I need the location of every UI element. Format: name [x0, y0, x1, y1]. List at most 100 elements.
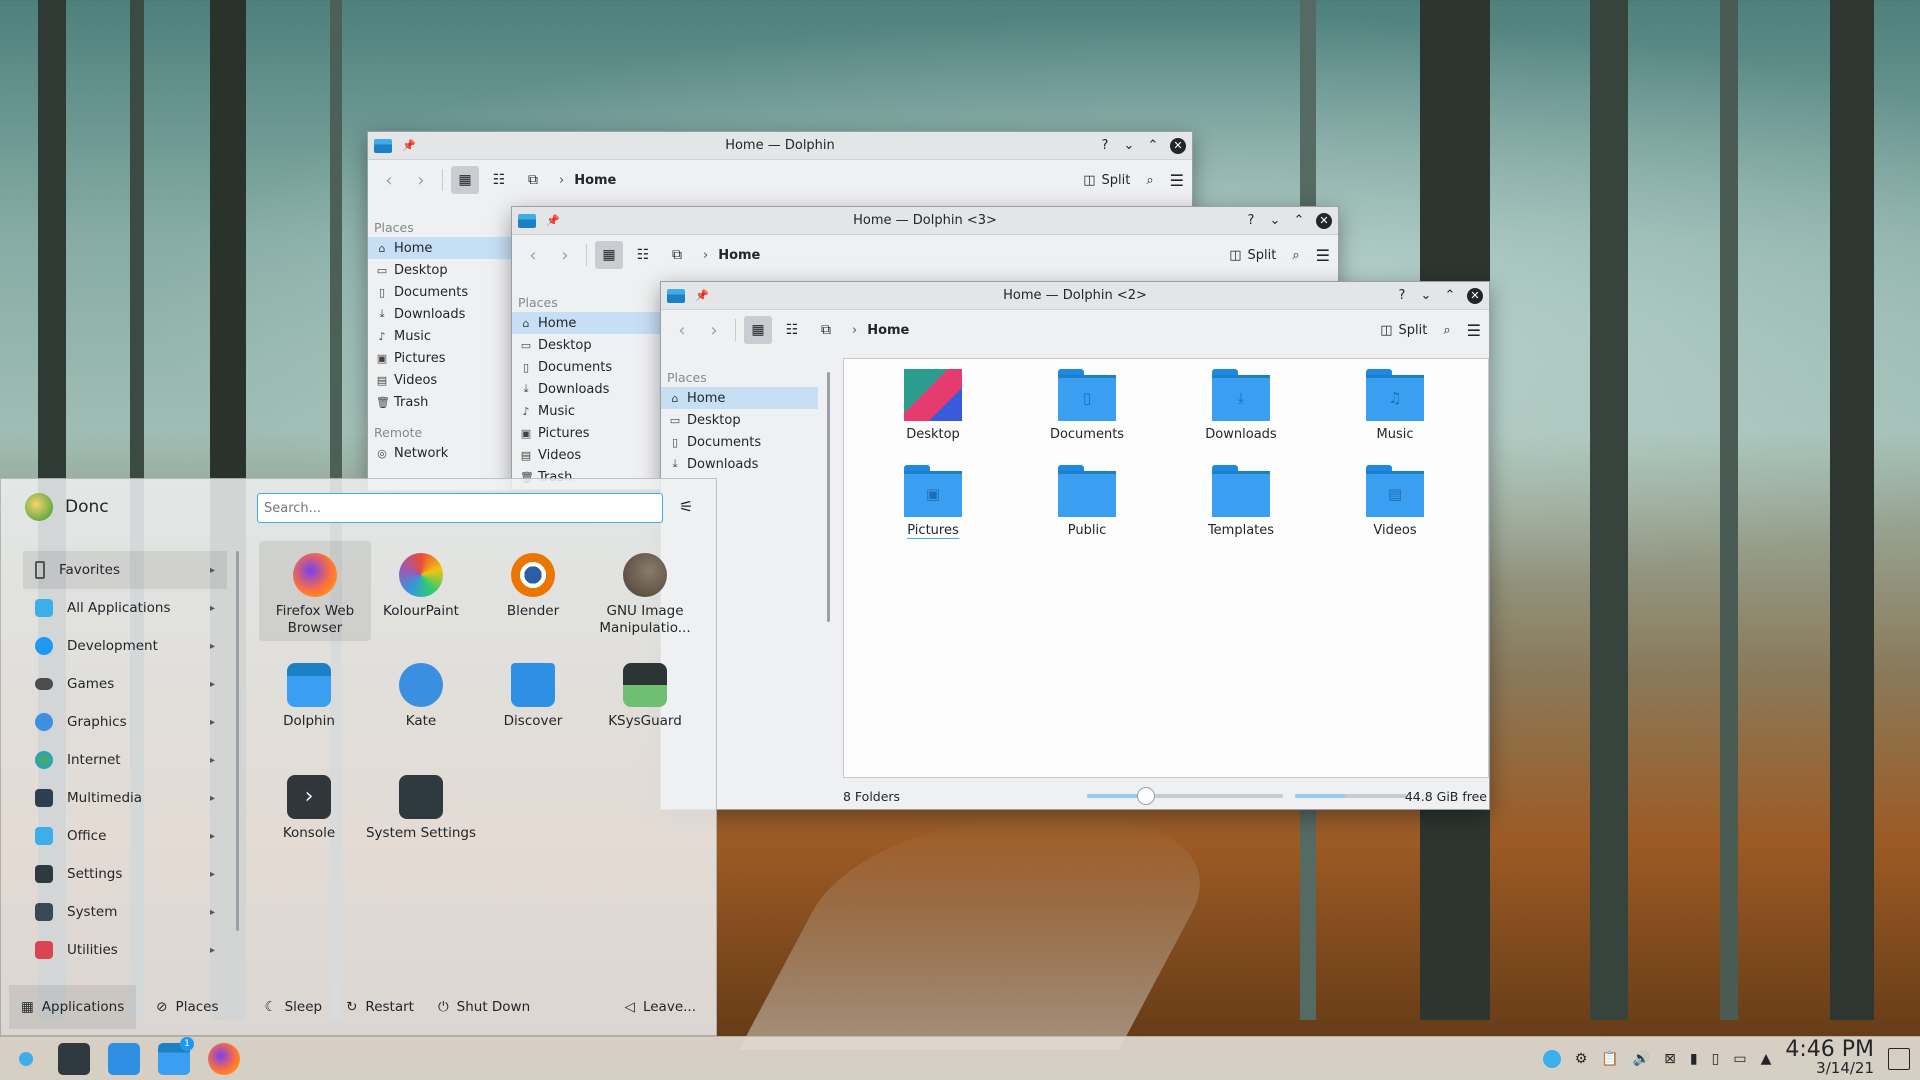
place-network[interactable]: ◎ Network	[368, 442, 511, 464]
dolphin-app-icon[interactable]	[667, 288, 685, 303]
maximize-icon[interactable]: ⌃	[1146, 138, 1160, 153]
icons-view-icon[interactable]: ▦	[744, 316, 772, 344]
place-documents[interactable]: ▯ Documents	[661, 431, 818, 453]
launcher-button-icon[interactable]	[10, 1042, 42, 1075]
place-home[interactable]: ⌂ Home	[512, 312, 662, 334]
forward-icon[interactable]: ›	[552, 245, 578, 266]
place-pictures[interactable]: ▣ Pictures	[368, 347, 511, 369]
minimize-icon[interactable]: ⌄	[1122, 138, 1136, 153]
file-item-public[interactable]: Public	[1022, 465, 1152, 538]
split-button[interactable]: ◫ Split	[1083, 173, 1130, 188]
battery-2-icon[interactable]: ▯	[1712, 1051, 1720, 1067]
pin-icon[interactable]: 📌	[402, 139, 416, 152]
avatar[interactable]	[25, 493, 53, 521]
compact-view-icon[interactable]: ☷	[629, 241, 657, 269]
place-videos[interactable]: ▤ Videos	[512, 444, 662, 466]
forward-icon[interactable]: ›	[408, 170, 434, 191]
file-item-music[interactable]: ♫ Music	[1330, 369, 1460, 442]
file-item-downloads[interactable]: ⤓ Downloads	[1176, 369, 1306, 442]
zoom-slider[interactable]	[1087, 787, 1283, 805]
icons-view-icon[interactable]: ▦	[595, 241, 623, 269]
updates-icon[interactable]	[1542, 1050, 1561, 1068]
firefox-task-icon[interactable]	[208, 1042, 240, 1075]
breadcrumb[interactable]: Home	[867, 323, 909, 338]
details-view-icon[interactable]: ⧉	[663, 241, 691, 269]
dolphin-app-icon[interactable]	[374, 138, 392, 153]
place-desktop[interactable]: ▭ Desktop	[512, 334, 662, 356]
place-music[interactable]: ♪ Music	[512, 400, 662, 422]
hamburger-menu-icon[interactable]: ☰	[1316, 246, 1330, 265]
place-trash[interactable]: 🗑 Trash	[368, 391, 511, 413]
shutdown-button[interactable]: ⏻ Shut Down	[426, 985, 542, 1029]
help-icon[interactable]: ?	[1395, 288, 1409, 303]
search-icon[interactable]: ⌕	[1146, 173, 1153, 188]
category-multimedia[interactable]: Multimedia ▸	[23, 779, 227, 817]
place-videos[interactable]: ▤ Videos	[368, 369, 511, 391]
place-pictures[interactable]: ▣ Pictures	[512, 422, 662, 444]
sleep-button[interactable]: ☾ Sleep	[252, 985, 334, 1029]
app-system-settings[interactable]: System Settings	[365, 763, 477, 863]
category-system[interactable]: System ▸	[23, 893, 227, 931]
dolphin-window-2[interactable]: 📌 Home — Dolphin <2> ? ⌄ ⌃ ✕ ‹ › ▦ ☷ ⧉ ›…	[660, 281, 1490, 810]
pin-icon[interactable]: 📌	[695, 289, 709, 302]
file-view[interactable]: Desktop ▯ Documents ⤓ Downloads ♫ Music …	[843, 358, 1489, 778]
place-downloads[interactable]: ⤓ Downloads	[512, 378, 662, 400]
system-settings-task-icon[interactable]	[58, 1042, 90, 1075]
category-scrollbar[interactable]	[236, 551, 239, 931]
details-view-icon[interactable]: ⧉	[812, 316, 840, 344]
maximize-icon[interactable]: ⌃	[1443, 288, 1457, 303]
leave-button[interactable]: ◁ Leave...	[613, 985, 708, 1029]
file-item-documents[interactable]: ▯ Documents	[1022, 369, 1152, 442]
file-item-desktop[interactable]: Desktop	[868, 369, 998, 442]
search-icon[interactable]: ⌕	[1443, 323, 1450, 338]
app-konsole[interactable]: › Konsole	[253, 763, 365, 863]
breadcrumb[interactable]: Home	[574, 173, 616, 188]
app-ksysguard[interactable]: KSysGuard	[589, 651, 701, 751]
place-home[interactable]: ⌂ Home	[661, 387, 818, 409]
place-music[interactable]: ♪ Music	[368, 325, 511, 347]
network-disconnected-icon[interactable]: ⊠	[1664, 1051, 1676, 1067]
minimize-icon[interactable]: ⌄	[1419, 288, 1433, 303]
clock[interactable]: 4:46 PM 3/14/21	[1785, 1039, 1874, 1078]
battery-icon[interactable]: ▮	[1690, 1051, 1698, 1067]
back-icon[interactable]: ‹	[520, 245, 546, 266]
app-kolourpaint[interactable]: KolourPaint	[365, 541, 477, 641]
discover-task-icon[interactable]	[108, 1042, 140, 1075]
place-documents[interactable]: ▯ Documents	[512, 356, 662, 378]
close-icon[interactable]: ✕	[1170, 137, 1186, 154]
app-firefox[interactable]: Firefox Web Browser	[259, 541, 371, 641]
title-bar[interactable]: 📌 Home — Dolphin ? ⌄ ⌃ ✕	[368, 132, 1192, 160]
forward-icon[interactable]: ›	[701, 320, 727, 341]
help-icon[interactable]: ?	[1098, 138, 1112, 153]
tab-places[interactable]: ⊘ Places	[144, 985, 230, 1029]
icons-view-icon[interactable]: ▦	[451, 166, 479, 194]
search-icon[interactable]: ⌕	[1292, 248, 1299, 263]
filter-settings-icon[interactable]: ⚟	[679, 497, 693, 516]
tab-applications[interactable]: ▦ Applications	[9, 985, 137, 1029]
places-scrollbar[interactable]	[827, 372, 830, 622]
breadcrumb[interactable]: Home	[718, 248, 760, 263]
hamburger-menu-icon[interactable]: ☰	[1467, 321, 1481, 340]
place-documents[interactable]: ▯ Documents	[368, 281, 511, 303]
search-input[interactable]	[257, 493, 663, 523]
category-settings[interactable]: Settings ▸	[23, 855, 227, 893]
display-icon[interactable]: ▭	[1733, 1051, 1746, 1067]
volume-icon[interactable]: 🔊	[1633, 1051, 1650, 1067]
restart-button[interactable]: ↻ Restart	[334, 985, 426, 1029]
app-discover[interactable]: Discover	[477, 651, 589, 751]
show-desktop-icon[interactable]	[1888, 1048, 1910, 1070]
place-downloads[interactable]: ⤓ Downloads	[661, 453, 818, 475]
help-icon[interactable]: ?	[1244, 213, 1258, 228]
app-gimp[interactable]: GNU Image Manipulatio...	[589, 541, 701, 641]
details-view-icon[interactable]: ⧉	[519, 166, 547, 194]
compact-view-icon[interactable]: ☷	[485, 166, 513, 194]
maximize-icon[interactable]: ⌃	[1292, 213, 1306, 228]
dolphin-app-icon[interactable]	[518, 213, 536, 228]
category-utilities[interactable]: Utilities ▸	[23, 931, 227, 969]
file-item-pictures[interactable]: ▣ Pictures	[868, 465, 998, 539]
category-office[interactable]: Office ▸	[23, 817, 227, 855]
clipboard-icon[interactable]: 📋	[1601, 1051, 1618, 1067]
split-button[interactable]: ◫ Split	[1229, 248, 1276, 263]
expand-tray-icon[interactable]: ▲	[1761, 1051, 1772, 1067]
back-icon[interactable]: ‹	[669, 320, 695, 341]
